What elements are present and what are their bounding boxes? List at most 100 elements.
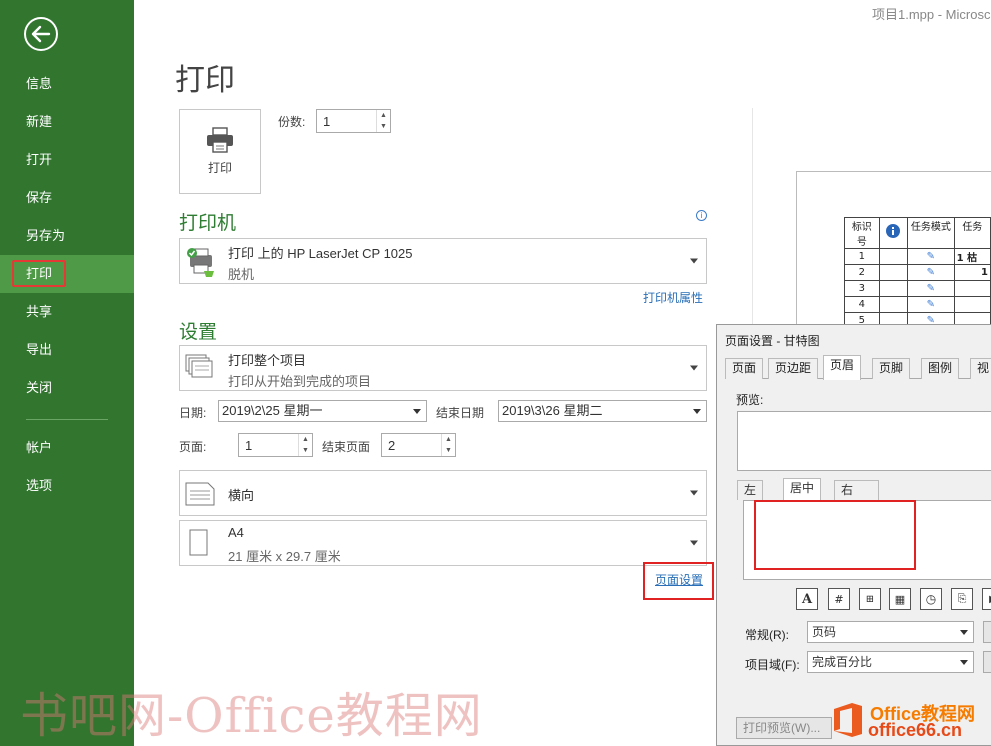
orientation-value: 横向 (228, 488, 255, 503)
row-task: 1 枯 (953, 248, 991, 265)
backstage-sidebar: 信息 新建 打开 保存 另存为 打印 共享 导出 关闭 帐户 选项 (0, 0, 134, 746)
table-row: 4 ✎ (844, 296, 991, 313)
printer-status-icon (187, 248, 214, 277)
nav-new[interactable]: 新建 (0, 103, 134, 141)
chevron-down-icon (690, 490, 698, 496)
general-add-button[interactable] (983, 621, 991, 643)
pages-from-value: 1 (245, 437, 253, 453)
tab-margins[interactable]: 页边距 (768, 358, 819, 379)
row-id: 3 (844, 280, 880, 297)
pages-label: 页面: (179, 440, 207, 454)
nav-share[interactable]: 共享 (0, 293, 134, 331)
project-field-value: 完成百分比 (812, 655, 873, 669)
nav-open[interactable]: 打开 (0, 141, 134, 179)
paper-size-main: A4 (228, 525, 244, 540)
nav-export[interactable]: 导出 (0, 331, 134, 369)
date-icon[interactable]: ▦ (889, 588, 911, 610)
nav-options[interactable]: 选项 (0, 467, 134, 505)
nav-close[interactable]: 关闭 (0, 369, 134, 407)
general-label: 常规(R): (745, 628, 789, 642)
print-scope-main: 打印整个项目 (228, 353, 307, 368)
printer-section-title: 打印机 (179, 213, 237, 234)
end-date-select[interactable]: 2019\3\26 星期二 (498, 400, 707, 422)
chevron-down-icon (960, 660, 968, 665)
pages-to-value: 2 (388, 437, 396, 453)
tab-footer[interactable]: 页脚 (872, 358, 911, 379)
chevron-down-icon (960, 630, 968, 635)
page-number-icon[interactable]: # (828, 588, 850, 610)
spin-arrows-icon[interactable]: ▲ ▼ (376, 110, 390, 132)
gantt-preview-table: 标识号 任务模式 任务 1 ✎ 1 枯 2 ✎ 1 3 ✎ 4 ✎ 5 ✎ (844, 217, 991, 329)
row-task: 1 (953, 264, 991, 281)
pin-icon: ✎ (926, 251, 936, 262)
chevron-down-icon (690, 258, 698, 264)
picture-icon[interactable]: ▶ (982, 588, 991, 610)
end-date-label: 结束日期 (436, 406, 485, 420)
chevron-down-icon (693, 409, 701, 414)
orientation-dropdown[interactable]: 横向 (179, 470, 707, 516)
pin-icon: ✎ (926, 283, 936, 294)
nav-info[interactable]: 信息 (0, 65, 134, 103)
window-title: 项目1.mpp - Microsc (872, 7, 991, 22)
col-header-mode: 任务模式 (907, 217, 955, 249)
nav-print[interactable]: 打印 (0, 255, 134, 293)
font-format-icon[interactable]: A (796, 588, 818, 610)
general-value: 页码 (812, 625, 837, 639)
table-row: 1 ✎ 1 枯 (844, 248, 991, 265)
general-combo[interactable]: 页码 (807, 621, 974, 643)
page-title: 打印 (175, 64, 235, 97)
tab-page[interactable]: 页面 (725, 358, 764, 379)
copies-stepper[interactable]: 1 ▲ ▼ (316, 109, 391, 133)
page-setup-dialog: 页面设置 - 甘特图 页面 页边距 页眉 页脚 图例 视 预览: 左 居中 右 … (716, 324, 991, 746)
nav-save[interactable]: 保存 (0, 179, 134, 217)
pages-to-stepper[interactable]: 2 ▲ ▼ (381, 433, 456, 457)
file-name-icon[interactable]: ⎘ (951, 588, 973, 610)
copies-value: 1 (323, 113, 331, 129)
header-preview-box (737, 411, 991, 471)
pages-from-stepper[interactable]: 1 ▲ ▼ (238, 433, 313, 457)
nav-account[interactable]: 帐户 (0, 429, 134, 467)
printer-name: 打印 上的 HP LaserJet CP 1025 (228, 246, 413, 261)
table-row: 2 ✎ 1 (844, 264, 991, 281)
header-edit-box[interactable] (743, 500, 991, 580)
end-page-label: 结束页面 (322, 440, 371, 454)
spin-arrows-icon[interactable]: ▲ ▼ (441, 434, 455, 456)
tab-align-center[interactable]: 居中 (783, 478, 822, 501)
tab-align-left[interactable]: 左 (737, 480, 764, 500)
nav-divider (26, 419, 108, 420)
chevron-down-icon (690, 540, 698, 546)
landscape-page-icon (185, 482, 215, 506)
tab-header[interactable]: 页眉 (823, 355, 862, 380)
back-arrow-icon[interactable] (24, 17, 58, 51)
spin-arrows-icon[interactable]: ▲ ▼ (298, 434, 312, 456)
paper-size-sub: 21 厘米 x 29.7 厘米 (228, 549, 341, 564)
total-pages-icon[interactable]: ⊞ (859, 588, 881, 610)
pages-stack-icon (185, 354, 213, 378)
project-field-combo[interactable]: 完成百分比 (807, 651, 974, 673)
dialog-title: 页面设置 - 甘特图 (725, 334, 820, 348)
page-setup-link[interactable]: 页面设置 (655, 571, 703, 588)
tab-view[interactable]: 视 (970, 358, 991, 379)
preview-label: 预览: (736, 393, 764, 407)
printer-dropdown[interactable]: 打印 上的 HP LaserJet CP 1025 脱机 (179, 238, 707, 284)
nav-save-as[interactable]: 另存为 (0, 217, 134, 255)
printer-properties-link[interactable]: 打印机属性 (643, 289, 703, 306)
print-button[interactable]: 打印 (179, 109, 261, 194)
paper-size-dropdown[interactable]: A4 21 厘米 x 29.7 厘米 (179, 520, 707, 566)
project-field-label: 项目域(F): (745, 658, 800, 672)
end-date-value: 2019\3\26 星期二 (502, 403, 603, 418)
row-id: 4 (844, 296, 880, 313)
time-icon[interactable]: ◷ (920, 588, 942, 610)
printer-icon (207, 127, 233, 153)
tab-align-right[interactable]: 右 (834, 480, 879, 500)
tab-legend[interactable]: 图例 (921, 358, 960, 379)
print-preview-button[interactable]: 打印预览(W)... (736, 717, 832, 739)
start-date-label: 日期: (179, 406, 207, 420)
field-add-button[interactable] (983, 651, 991, 673)
print-scope-dropdown[interactable]: 打印整个项目 打印从开始到完成的项目 (179, 345, 707, 391)
start-date-select[interactable]: 2019\2\25 星期一 (218, 400, 427, 422)
print-button-label: 打印 (207, 161, 232, 175)
nav-print-label: 打印 (12, 260, 67, 287)
info-icon[interactable]: i (696, 210, 707, 221)
row-id: 1 (844, 248, 880, 265)
